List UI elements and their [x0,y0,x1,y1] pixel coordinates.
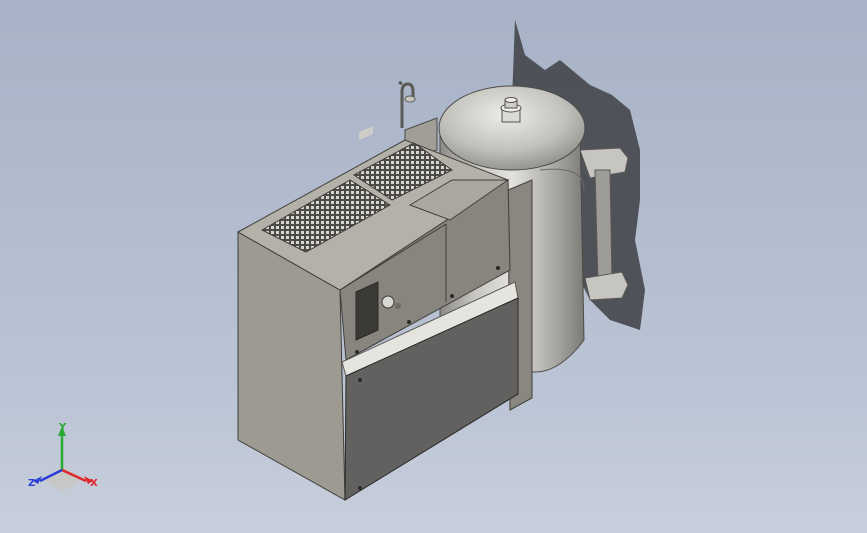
screw-icon [355,350,359,354]
y-axis-label: Y [58,422,67,433]
screw-icon [496,266,500,270]
screw-icon [407,320,411,324]
x-axis-label: X [90,478,98,489]
screw-icon [450,294,454,298]
pipe-hook-icon [398,80,416,128]
axis-triad: Y X Z [28,422,98,492]
cad-viewport[interactable]: Y X Z [0,0,867,533]
display-screen [359,125,373,141]
screw-icon [358,486,362,490]
z-axis-label: Z [28,478,35,489]
start-button-icon[interactable] [381,295,395,309]
screw-icon [358,378,362,382]
model-canvas[interactable]: Y X Z [0,0,867,533]
